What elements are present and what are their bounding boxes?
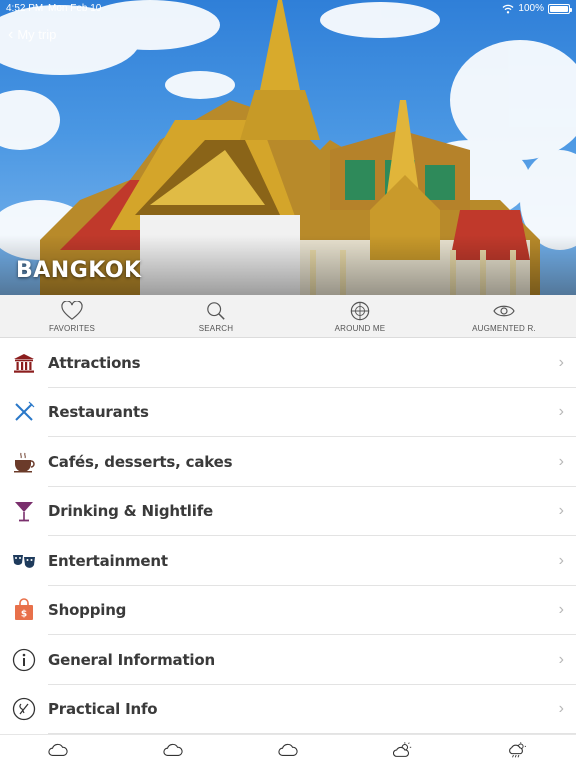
cloud-icon (47, 743, 68, 756)
weather-day (346, 735, 461, 768)
status-bar: 4:52 PM Mon Feb 10 100% (0, 3, 576, 17)
back-button[interactable]: ‹ My trip (8, 26, 57, 43)
svg-text:$: $ (21, 610, 27, 620)
menu-item-label: Practical Info (48, 700, 158, 719)
info-icon (12, 648, 36, 671)
quick-toolbar: FAVORITES SEARCH AROUND ME AUGMENTED R. (0, 295, 576, 338)
fork-knife-icon (15, 401, 35, 421)
weather-day (115, 735, 230, 768)
menu-item-shopping[interactable]: $ Shopping › (0, 586, 576, 636)
chevron-right-icon: › (558, 650, 564, 668)
theater-masks-icon (13, 554, 35, 568)
weather-forecast (0, 734, 576, 768)
tool-label: FAVORITES (48, 324, 96, 333)
rain-cloud-icon (509, 742, 527, 758)
tool-search[interactable]: SEARCH (144, 295, 288, 337)
city-title: BANGKOK (16, 258, 142, 283)
menu-item-label: Restaurants (48, 403, 149, 422)
tool-label: AUGMENTED R. (472, 324, 536, 333)
chevron-left-icon: ‹ (8, 26, 14, 43)
battery-percent: 100% (518, 3, 544, 14)
menu-item-label: General Information (48, 650, 215, 669)
search-icon (207, 302, 225, 320)
menu-item-entertainment[interactable]: Entertainment › (0, 536, 576, 586)
menu-item-label: Cafés, desserts, cakes (48, 452, 233, 471)
tool-label: SEARCH (198, 324, 234, 333)
status-right: 100% (502, 3, 572, 14)
tools-icon (12, 698, 36, 721)
museum-icon (14, 353, 34, 373)
menu-item-practical-info[interactable]: Practical Info › (0, 685, 576, 735)
menu-item-label: Shopping (48, 601, 127, 620)
chevron-right-icon: › (558, 700, 564, 718)
coffee-cup-icon (14, 452, 35, 473)
menu-item-general-information[interactable]: General Information › (0, 635, 576, 685)
wifi-icon (502, 4, 514, 13)
chevron-right-icon: › (558, 601, 564, 619)
compass-icon (350, 301, 370, 321)
shopping-bag-icon: $ (15, 598, 33, 621)
tool-around-me[interactable]: AROUND ME (288, 295, 432, 337)
status-time: 4:52 PM (6, 3, 44, 14)
chevron-right-icon: › (558, 452, 564, 470)
chevron-right-icon: › (558, 551, 564, 569)
weather-day (0, 735, 115, 768)
menu-item-cafes[interactable]: Cafés, desserts, cakes › (0, 437, 576, 487)
menu-item-drinking-nightlife[interactable]: Drinking & Nightlife › (0, 487, 576, 537)
menu-item-label: Entertainment (48, 551, 168, 570)
cloud-icon (278, 743, 298, 756)
chevron-right-icon: › (558, 353, 564, 371)
menu-item-label: Attractions (48, 353, 141, 372)
cloud-icon (163, 743, 183, 756)
battery-icon (548, 3, 572, 14)
weather-day (461, 735, 576, 768)
sun-cloud-icon (393, 742, 412, 757)
menu-item-restaurants[interactable]: Restaurants › (0, 388, 576, 438)
tool-augmented-reality[interactable]: AUGMENTED R. (432, 295, 576, 337)
cocktail-icon (15, 502, 33, 522)
chevron-right-icon: › (558, 403, 564, 421)
hero-banner: 4:52 PM Mon Feb 10 100% ‹ My trip BANGKO… (0, 0, 576, 295)
heart-icon (61, 301, 83, 320)
tool-favorites[interactable]: FAVORITES (0, 295, 144, 337)
eye-icon (493, 305, 515, 317)
chevron-right-icon: › (558, 502, 564, 520)
tool-label: AROUND ME (334, 324, 386, 333)
back-label: My trip (17, 27, 57, 42)
status-date: Mon Feb 10 (48, 3, 102, 14)
menu-item-label: Drinking & Nightlife (48, 502, 213, 521)
menu-item-attractions[interactable]: Attractions › (0, 338, 576, 388)
category-list: Attractions › Restaurants › Cafés, desse… (0, 338, 576, 734)
weather-day (230, 735, 345, 768)
